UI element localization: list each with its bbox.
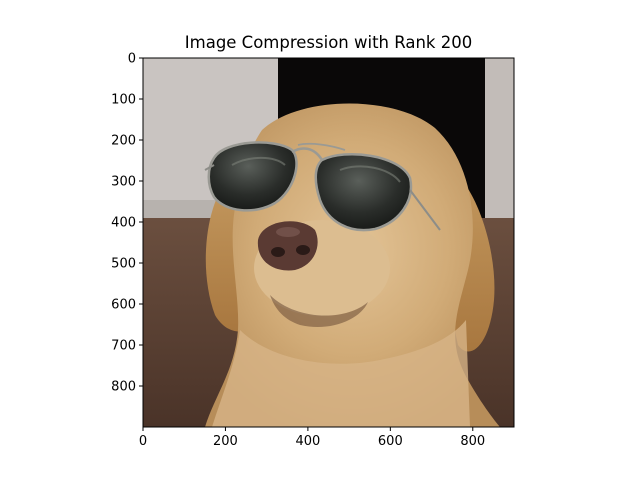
y-tick-label: 400 [111,216,136,231]
x-tick-label: 200 [213,434,238,449]
y-tick-label: 0 [128,52,136,67]
y-tick-label: 800 [111,380,136,395]
dog-image [143,58,514,427]
y-tick-label: 700 [111,339,136,354]
y-tick-label: 200 [111,134,136,149]
y-tick-label: 600 [111,298,136,313]
x-axis: 0 200 400 600 800 [139,427,485,449]
y-axis: 0 100 200 300 400 500 600 700 800 [111,52,143,395]
x-tick-label: 800 [460,434,485,449]
y-tick-label: 300 [111,175,136,190]
y-tick-label: 500 [111,257,136,272]
y-tick-label: 100 [111,93,136,108]
x-tick-label: 0 [139,434,147,449]
x-tick-label: 600 [378,434,403,449]
chart-axes: 0 200 400 600 800 0 100 200 300 400 500 600 700 800 [111,52,515,449]
x-tick-label: 400 [295,434,320,449]
